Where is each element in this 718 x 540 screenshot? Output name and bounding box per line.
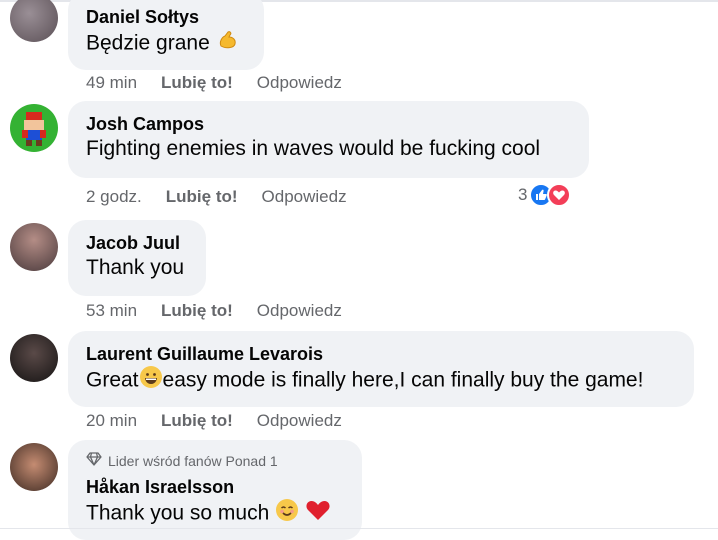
comment-text: Fighting enemies in waves would be fucki… (86, 137, 541, 160)
fan-badge: Lider wśród fanów Ponad 1 (86, 452, 346, 470)
reply-button[interactable]: Odpowiedz (257, 411, 342, 431)
avatar[interactable] (10, 0, 58, 42)
reaction-count: 3 (518, 185, 528, 204)
fan-badge-label: Lider wśród fanów Ponad 1 (108, 453, 278, 469)
comment-text: Thank you so much (86, 498, 346, 530)
reaction-summary[interactable]: 3 (518, 183, 572, 207)
comment-actions: 20 min Lubię to! Odpowiedz (86, 411, 342, 431)
comment-author[interactable]: Jacob Juul (86, 232, 190, 254)
reply-button[interactable]: Odpowiedz (257, 301, 342, 321)
avatar[interactable] (10, 104, 58, 152)
avatar[interactable] (10, 443, 58, 491)
comment-actions: 49 min Lubię to! Odpowiedz (86, 73, 342, 93)
reply-button[interactable]: Odpowiedz (262, 187, 347, 207)
bottom-divider (0, 528, 718, 529)
grinning-face-icon (139, 365, 163, 397)
smiling-face-icon (275, 498, 299, 530)
comment-actions: 2 godz. Lubię to! Odpowiedz (86, 187, 347, 207)
avatar[interactable] (10, 334, 58, 382)
like-button[interactable]: Lubię to! (161, 73, 233, 93)
comment-text-end: easy mode is finally here,I can finally … (162, 368, 644, 392)
comment-bubble: Jacob Juul Thank you (68, 220, 206, 296)
comment-bubble: Lider wśród fanów Ponad 1 Håkan Israelss… (68, 440, 362, 540)
comment-author[interactable]: Laurent Guillaume Levarois (86, 343, 678, 365)
comment-text-content: Będzie grane (86, 31, 210, 55)
comment-author[interactable]: Håkan Israelsson (86, 476, 346, 498)
comment-text-start: Great (86, 368, 139, 392)
diamond-icon (86, 452, 102, 470)
comment-author[interactable]: Josh Campos (86, 113, 573, 135)
like-button[interactable]: Lubię to! (161, 301, 233, 321)
comment-time[interactable]: 53 min (86, 301, 137, 321)
comment-bubble: Josh Campos Fighting enemies in waves wo… (68, 101, 589, 178)
comment-author[interactable]: Daniel Sołtys (86, 6, 248, 28)
red-heart-icon (305, 498, 331, 530)
comment-text: Great easy mode is finally here,I can fin… (86, 365, 678, 397)
comment-bubble: Laurent Guillaume Levarois Great easy mod… (68, 331, 694, 407)
flexed-biceps-icon (216, 28, 240, 60)
mario-avatar-icon (22, 112, 46, 146)
comment-text: Thank you (86, 256, 185, 279)
comment-time[interactable]: 49 min (86, 73, 137, 93)
avatar[interactable] (10, 223, 58, 271)
reply-button[interactable]: Odpowiedz (257, 73, 342, 93)
love-reaction-icon (547, 183, 572, 207)
comment-text-content: Thank you so much (86, 501, 270, 525)
comment-time[interactable]: 2 godz. (86, 187, 142, 207)
like-button[interactable]: Lubię to! (161, 411, 233, 431)
comment-bubble: Daniel Sołtys Będzie grane (68, 0, 264, 70)
comment-text: Będzie grane (86, 28, 248, 60)
like-button[interactable]: Lubię to! (166, 187, 238, 207)
comment-actions: 53 min Lubię to! Odpowiedz (86, 301, 342, 321)
comment-time[interactable]: 20 min (86, 411, 137, 431)
